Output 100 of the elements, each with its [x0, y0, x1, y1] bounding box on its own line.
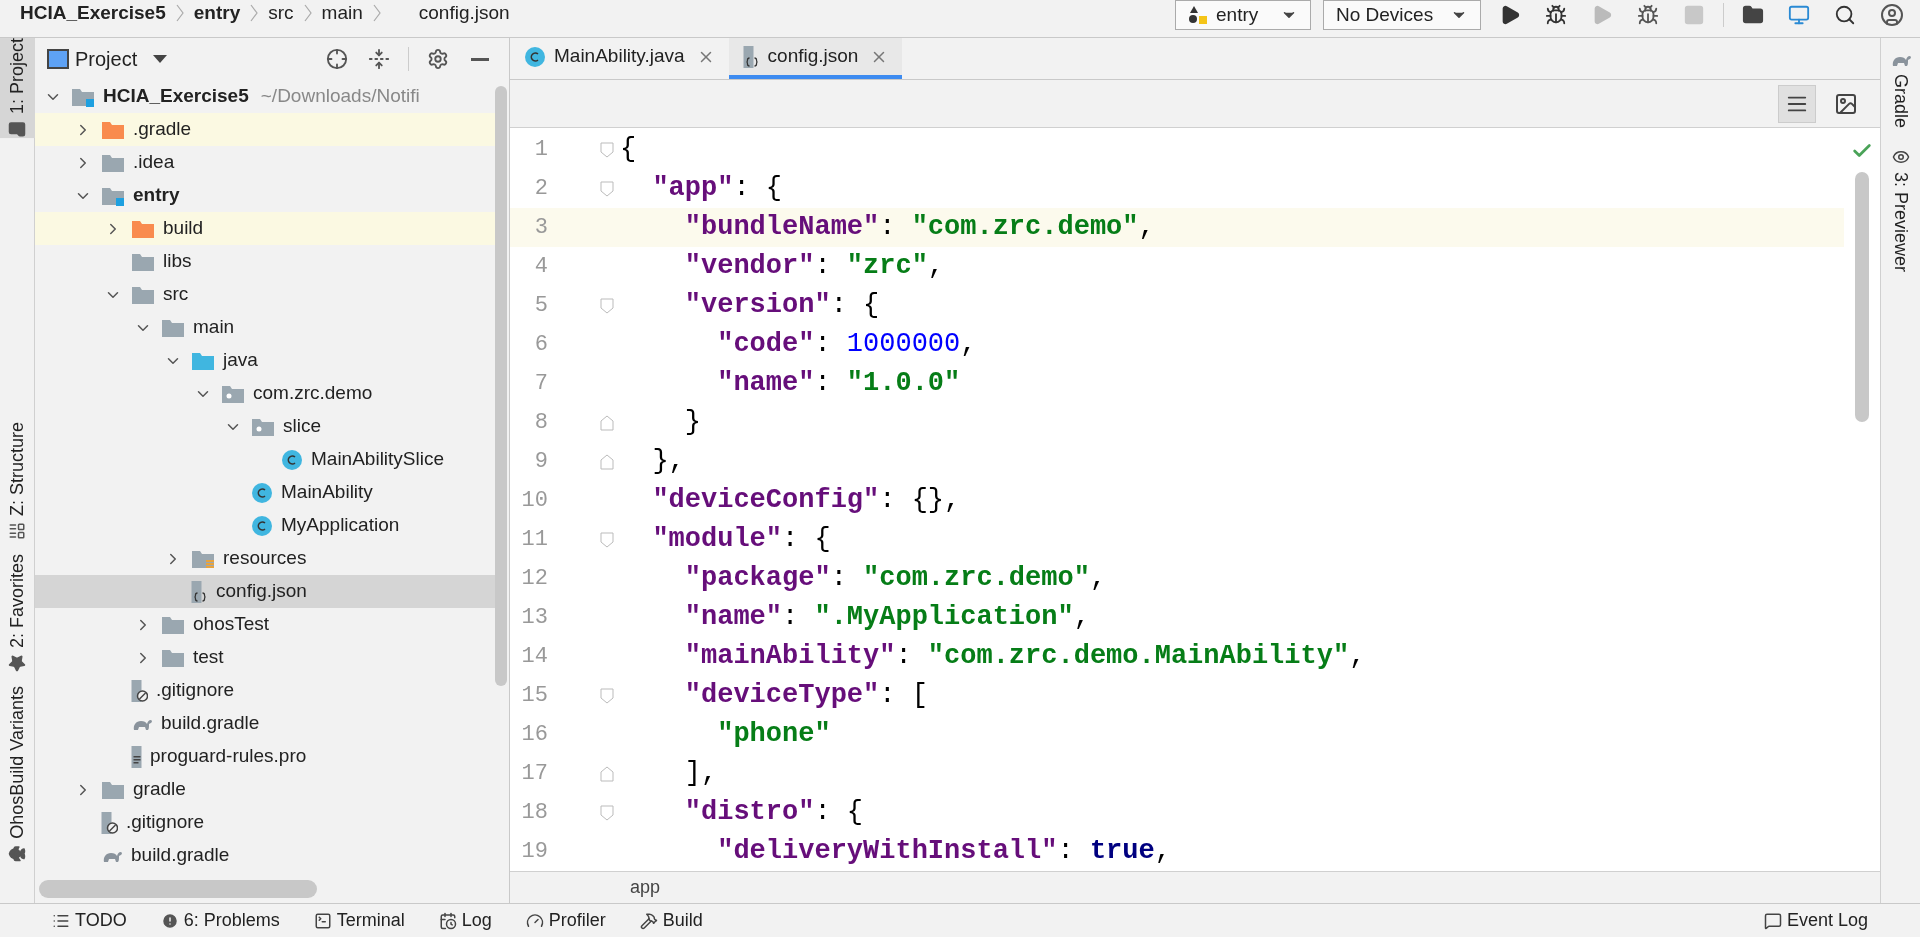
breadcrumb-item[interactable]: src [268, 0, 294, 28]
vertical-scrollbar[interactable] [495, 86, 507, 686]
folder-icon [131, 251, 155, 272]
fold-marker-icon[interactable] [600, 180, 614, 197]
code-line: "vendor": "zrc", [683, 250, 945, 284]
folder-icon [131, 218, 155, 239]
line-number: 18 [520, 799, 548, 827]
vertical-scrollbar[interactable] [1855, 172, 1869, 422]
tree-item[interactable]: MyApplication [35, 509, 495, 542]
tree-item[interactable]: MainAbilitySlice [35, 443, 495, 476]
speech-bubble-icon [1763, 911, 1782, 930]
tree-item[interactable]: build [35, 212, 495, 245]
tree-item[interactable]: .gitignore [35, 674, 495, 707]
image-icon[interactable] [1834, 91, 1858, 116]
fold-marker-icon[interactable] [600, 687, 614, 704]
line-number: 5 [533, 292, 548, 320]
tool-window-button[interactable]: Terminal [309, 907, 409, 934]
tool-window-button[interactable]: 6: Problems [156, 907, 284, 934]
class-icon [524, 45, 546, 68]
bug-icon[interactable] [1545, 4, 1567, 26]
folder-icon [101, 779, 125, 800]
collapse-icon[interactable] [368, 48, 390, 70]
file-icon [131, 678, 148, 703]
chevron-icon [175, 4, 184, 22]
tree-item[interactable]: libs [35, 245, 495, 278]
tree-item[interactable]: MainAbility [35, 476, 495, 509]
breadcrumb-item[interactable]: entry [193, 0, 241, 28]
breadcrumb-item[interactable]: HCIA_Exercise5 [20, 0, 166, 28]
tool-window-tab[interactable]: 3: Previewer [1887, 148, 1914, 273]
breadcrumb-item[interactable]: config.json [418, 0, 510, 28]
breadcrumb-item[interactable]: main [321, 0, 363, 28]
folder-icon[interactable] [1742, 4, 1764, 26]
crosshair-icon[interactable] [326, 48, 348, 70]
line-number: 7 [533, 370, 548, 398]
tree-item[interactable]: test [35, 641, 495, 674]
window-icon [47, 49, 69, 69]
tree-item[interactable]: gradle [35, 773, 495, 806]
line-number: 10 [520, 487, 548, 515]
tree-item[interactable]: main [35, 311, 495, 344]
tree-item[interactable]: src [35, 278, 495, 311]
class-icon [251, 481, 273, 504]
line-number: 13 [520, 604, 548, 632]
monitor-icon[interactable] [1788, 4, 1810, 26]
tree-item[interactable]: build.gradle [35, 839, 495, 872]
star-icon [8, 654, 27, 673]
minimize-icon[interactable] [471, 57, 489, 61]
folder-icon [161, 317, 185, 338]
file-icon [101, 810, 118, 835]
fold-marker-icon[interactable] [600, 531, 614, 548]
code-line: "deviceType": [ [683, 679, 928, 713]
account-icon[interactable] [1880, 3, 1904, 27]
tool-window-tab[interactable]: Gradle [1887, 52, 1914, 129]
settings-icon[interactable] [427, 48, 449, 70]
code-line: } [683, 406, 701, 440]
fold-marker-icon[interactable] [600, 453, 614, 470]
run-config-dropdown[interactable]: entry [1175, 0, 1311, 30]
calendar-icon [438, 911, 457, 930]
tree-item[interactable]: HCIA_Exercise5 ~/Downloads/Notifi [35, 80, 495, 113]
tool-window-tab[interactable]: 2: Favorites [0, 554, 35, 673]
code-line: "bundleName": "com.zrc.demo", [683, 211, 1155, 245]
tree-item[interactable]: .idea [35, 146, 495, 179]
path-note: ~/Downloads/Notifi [260, 84, 420, 109]
view-selector[interactable]: Project [47, 44, 168, 74]
tool-window-button[interactable]: Profiler [521, 907, 610, 934]
tree-item[interactable]: proguard-rules.pro [35, 740, 495, 773]
tree-item[interactable]: config.json [35, 575, 495, 608]
tool-window-button[interactable]: Build [635, 907, 707, 934]
search-icon[interactable] [1834, 4, 1856, 26]
class-icon [281, 448, 303, 471]
text-view-button[interactable] [1778, 84, 1816, 123]
gauge-icon [525, 911, 544, 930]
tree-item[interactable]: entry [35, 179, 495, 212]
bug-icon[interactable] [1637, 4, 1659, 26]
tree-item[interactable]: java [35, 344, 495, 377]
tree-item[interactable]: slice [35, 410, 495, 443]
horizontal-scrollbar[interactable] [39, 880, 317, 898]
tool-window-tab[interactable]: Z: Structure [0, 422, 35, 541]
editor-tab[interactable]: MainAbility.java [510, 38, 729, 79]
chevron-icon [372, 4, 381, 22]
structure-icon [8, 522, 27, 541]
tool-window-tab[interactable]: 1: Project [0, 38, 35, 139]
tree-item[interactable]: com.zrc.demo [35, 377, 495, 410]
editor-tab[interactable]: config.json [728, 38, 903, 79]
shapes-icon [1188, 5, 1208, 25]
tree-item[interactable]: .gitignore [35, 806, 495, 839]
tree-item[interactable]: .gradle [35, 113, 495, 146]
tool-window-button[interactable]: Log [434, 907, 496, 934]
tree-item[interactable]: build.gradle [35, 707, 495, 740]
fold-marker-icon[interactable] [600, 804, 614, 821]
device-dropdown[interactable]: No Devices [1323, 0, 1481, 30]
breadcrumb-item[interactable]: app [630, 874, 661, 901]
tree-item[interactable]: resources [35, 542, 495, 575]
tool-window-button[interactable]: Event Log [1759, 907, 1872, 934]
tool-window-button[interactable]: TODO [48, 907, 131, 934]
fold-marker-icon[interactable] [600, 414, 614, 431]
fold-marker-icon[interactable] [600, 297, 614, 314]
tree-item[interactable]: ohosTest [35, 608, 495, 641]
fold-marker-icon[interactable] [600, 765, 614, 782]
tool-window-tab[interactable]: OhosBuild Variants [0, 686, 35, 863]
fold-marker-icon[interactable] [600, 141, 614, 158]
